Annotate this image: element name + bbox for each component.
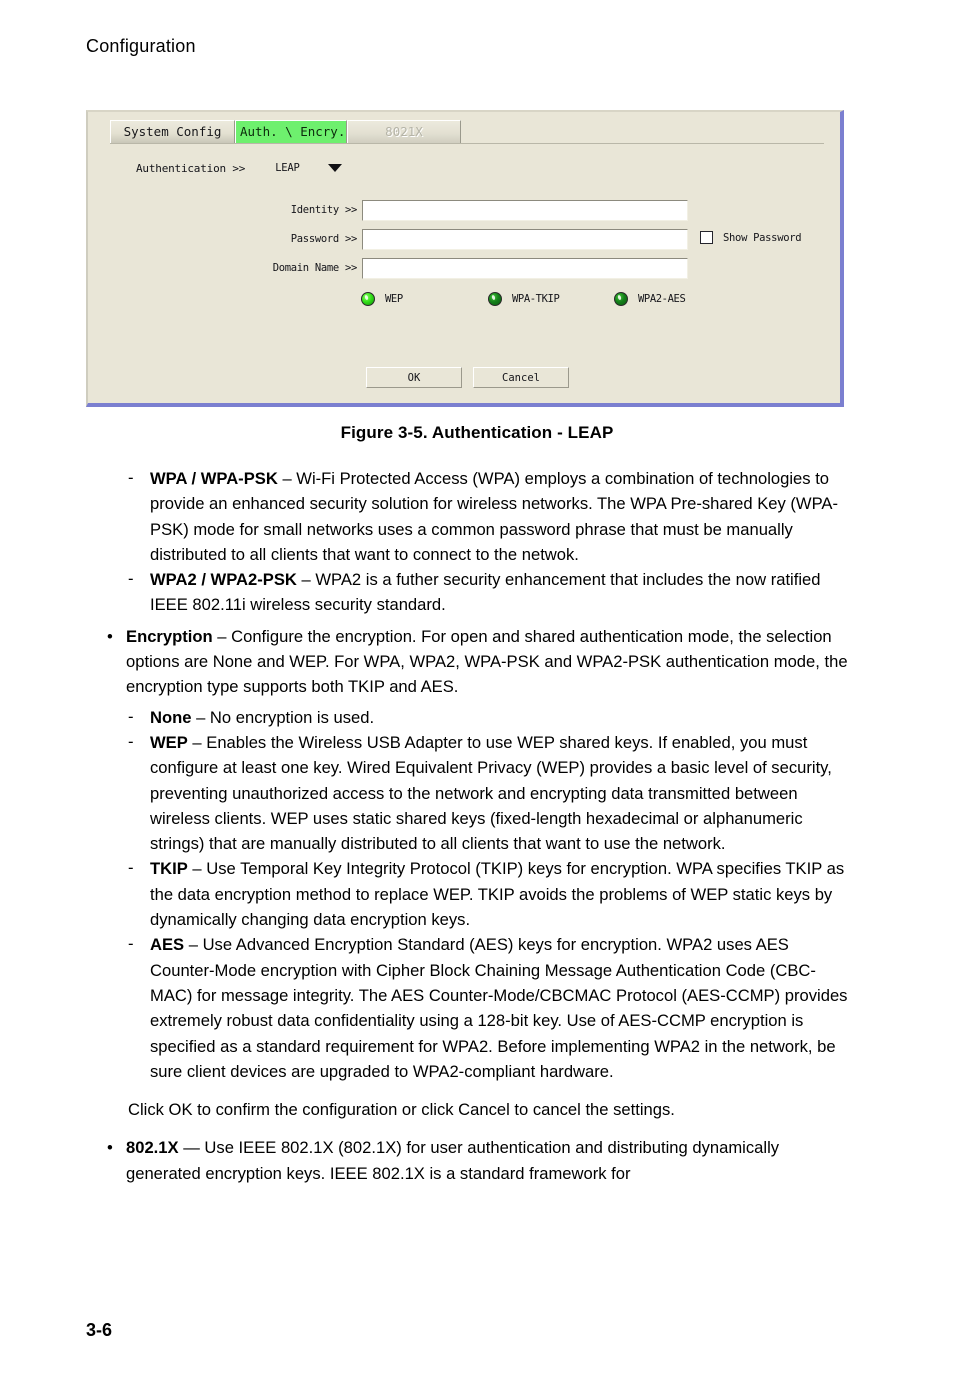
text-click-ok: Click OK to confirm the configuration or…: [128, 1100, 675, 1120]
cancel-button[interactable]: Cancel: [473, 367, 569, 388]
page-number: 3-6: [86, 1320, 113, 1340]
list-marker: -: [128, 731, 134, 751]
indicator-wpa-tkip-label: WPA-TKIP: [512, 293, 560, 305]
identity-row: Identity >>: [88, 200, 840, 223]
domain-name-row: Domain Name >>: [88, 258, 840, 281]
bullet-aes: - AES – Use Advanced Encryption Standard…: [107, 932, 858, 1084]
body-content: - WPA / WPA-PSK – Wi-Fi Protected Access…: [86, 466, 858, 1186]
list-marker: -: [128, 569, 134, 589]
bullet-wpa2-wpa2-psk: - WPA2 / WPA2-PSK – WPA2 is a futher sec…: [107, 567, 858, 618]
dialog-button-row: OK Cancel: [88, 367, 840, 389]
domain-name-label: Domain Name >>: [272, 262, 358, 274]
password-label: Password >>: [290, 233, 358, 245]
bullet-tkip: - TKIP – Use Temporal Key Integrity Prot…: [107, 856, 858, 932]
tab-system-config[interactable]: System Config: [110, 120, 235, 143]
list-marker: -: [128, 934, 134, 954]
show-password-label: Show Password: [723, 231, 802, 244]
text-encryption: – Configure the encryption. For open and…: [126, 626, 848, 697]
authentication-select-value[interactable]: LEAP: [275, 162, 300, 174]
identity-input[interactable]: [362, 200, 688, 221]
text-aes: – Use Advanced Encryption Standard (AES)…: [150, 935, 848, 1081]
bullet-wep: - WEP – Enables the Wireless USB Adapter…: [107, 730, 858, 856]
page-title: Configuration: [86, 36, 196, 56]
bullet-wpa-wpa-psk: - WPA / WPA-PSK – Wi-Fi Protected Access…: [107, 466, 858, 567]
identity-label: Identity >>: [290, 204, 358, 216]
led-icon-wep: [361, 292, 375, 306]
auth-encry-dialog: System Config Auth. \ Encry. 8021X Authe…: [86, 110, 844, 407]
term-encryption: Encryption: [126, 626, 213, 646]
led-icon-wpa-tkip: [488, 292, 502, 306]
list-marker: -: [128, 858, 134, 878]
indicator-wpa2-aes-label: WPA2-AES: [638, 293, 686, 305]
tab-8021x[interactable]: 8021X: [347, 120, 461, 143]
indicator-wpa2-aes[interactable]: WPA2-AES: [614, 292, 686, 306]
text-tkip: – Use Temporal Key Integrity Protocol (T…: [150, 859, 845, 930]
text-none: – No encryption is used.: [191, 707, 375, 727]
list-marker: •: [107, 626, 113, 646]
authentication-label: Authentication >>: [136, 161, 246, 175]
bullet-encryption: • Encryption – Configure the encryption.…: [86, 624, 858, 700]
ok-button[interactable]: OK: [366, 367, 462, 388]
list-marker: •: [107, 1138, 113, 1158]
show-password-control[interactable]: Show Password: [700, 231, 802, 244]
list-marker: -: [128, 706, 134, 726]
bullet-8021x: • 802.1X — Use IEEE 802.1X (802.1X) for …: [86, 1135, 858, 1186]
indicator-wpa-tkip[interactable]: WPA-TKIP: [488, 292, 560, 306]
bullet-none: - None – No encryption is used.: [107, 705, 858, 730]
text-8021x: — Use IEEE 802.1X (802.1X) for user auth…: [126, 1138, 780, 1183]
text-wep: – Enables the Wireless USB Adapter to us…: [150, 732, 832, 854]
led-icon-wpa2-aes: [614, 292, 628, 306]
term-wpa2-wpa2-psk: WPA2 / WPA2-PSK: [150, 570, 297, 590]
show-password-checkbox[interactable]: [700, 231, 713, 244]
tab-auth-encry[interactable]: Auth. \ Encry.: [235, 120, 347, 143]
term-tkip: TKIP: [150, 859, 188, 879]
figure-image: System Config Auth. \ Encry. 8021X Authe…: [86, 110, 844, 407]
indicator-wep-label: WEP: [385, 293, 403, 305]
domain-name-input[interactable]: [362, 258, 688, 279]
chevron-down-icon[interactable]: [327, 164, 342, 172]
encryption-indicator-row: WEP WPA-TKIP WPA2-AES: [88, 292, 840, 312]
term-aes: AES: [150, 935, 185, 955]
figure-caption: Figure 3-5. Authentication - LEAP: [340, 423, 614, 442]
password-input[interactable]: [362, 229, 688, 250]
tab-strip-divider: [110, 143, 824, 144]
term-8021x: 802.1X: [126, 1138, 179, 1158]
indicator-wep[interactable]: WEP: [361, 292, 403, 306]
paragraph-click-ok: Click OK to confirm the configuration or…: [86, 1097, 858, 1122]
list-marker: -: [128, 468, 134, 487]
term-none: None: [150, 707, 192, 727]
authentication-row: Authentication >> LEAP: [136, 159, 342, 177]
term-wpa-wpa-psk: WPA / WPA-PSK: [150, 469, 278, 488]
term-wep: WEP: [150, 732, 188, 752]
tab-strip: System Config Auth. \ Encry. 8021X: [88, 120, 840, 144]
